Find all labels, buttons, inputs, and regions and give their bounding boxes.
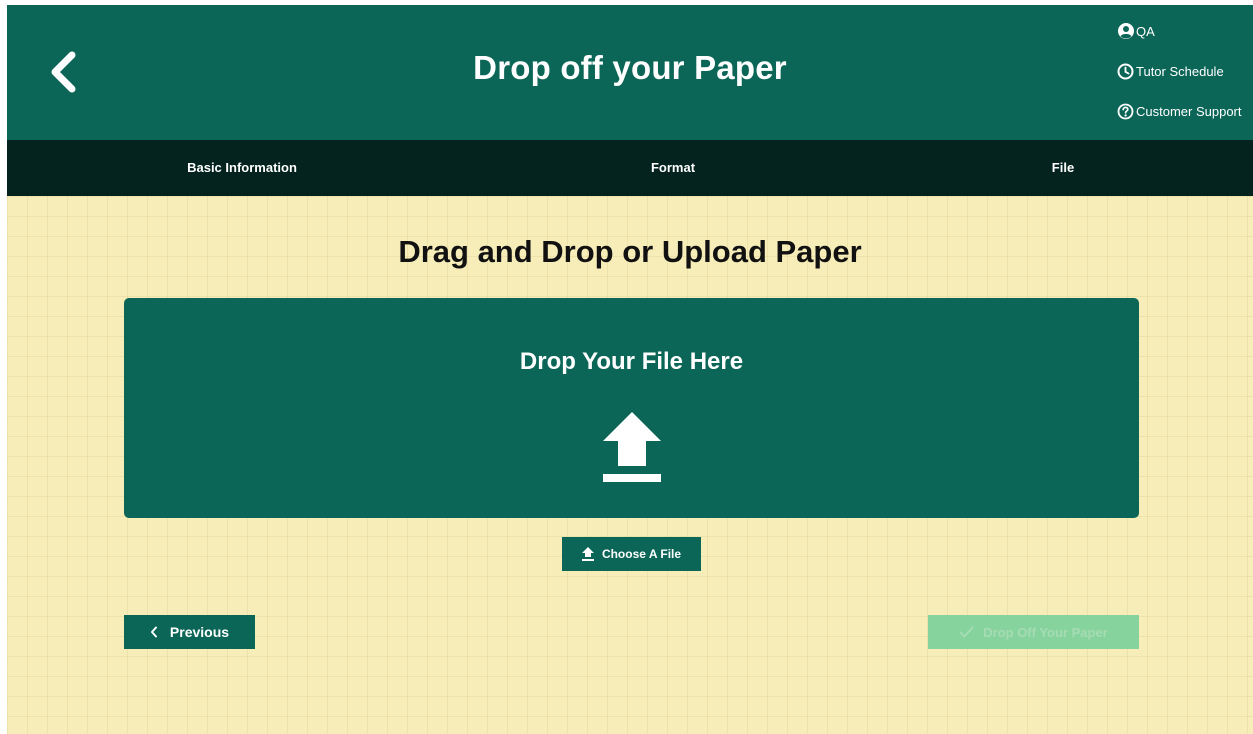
chevron-left-icon — [150, 626, 157, 638]
step-file[interactable]: File — [963, 140, 1163, 196]
user-account-label: QA — [1136, 23, 1155, 39]
upload-section: Drag and Drop or Upload Paper Drop Your … — [7, 196, 1253, 734]
progress-steps: Basic Information Format File — [7, 140, 1253, 196]
drop-off-paper-label: Drop Off Your Paper — [983, 624, 1108, 640]
customer-support-link[interactable]: Customer Support — [1117, 101, 1253, 121]
step-basic-information[interactable]: Basic Information — [142, 140, 342, 196]
tutor-schedule-label: Tutor Schedule — [1136, 63, 1224, 79]
section-title: Drag and Drop or Upload Paper — [398, 234, 862, 269]
file-dropzone[interactable]: Drop Your File Here — [124, 298, 1139, 518]
tutor-schedule-link[interactable]: Tutor Schedule — [1117, 61, 1253, 81]
user-circle-icon — [1118, 23, 1134, 39]
step-format[interactable]: Format — [573, 140, 773, 196]
app-window: Drop off your Paper QA Tutor Schedule Cu… — [7, 5, 1253, 734]
dropzone-title: Drop Your File Here — [519, 348, 744, 375]
upload-icon — [581, 547, 594, 561]
upload-icon — [603, 412, 661, 482]
page-header: Drop off your Paper QA Tutor Schedule Cu… — [7, 5, 1253, 140]
check-icon — [959, 626, 974, 638]
choose-file-label: Choose A File — [601, 547, 682, 561]
customer-support-label: Customer Support — [1136, 103, 1242, 119]
drop-off-paper-button[interactable]: Drop Off Your Paper — [928, 615, 1139, 649]
previous-button[interactable]: Previous — [124, 615, 255, 649]
question-circle-icon — [1117, 103, 1134, 119]
user-menu: QA Tutor Schedule Customer Support — [1117, 21, 1253, 141]
choose-file-button[interactable]: Choose A File — [562, 537, 701, 571]
previous-label: Previous — [169, 624, 230, 640]
clock-icon — [1117, 63, 1134, 79]
user-account-link[interactable]: QA — [1117, 21, 1253, 41]
page-title: Drop off your Paper — [473, 49, 787, 86]
